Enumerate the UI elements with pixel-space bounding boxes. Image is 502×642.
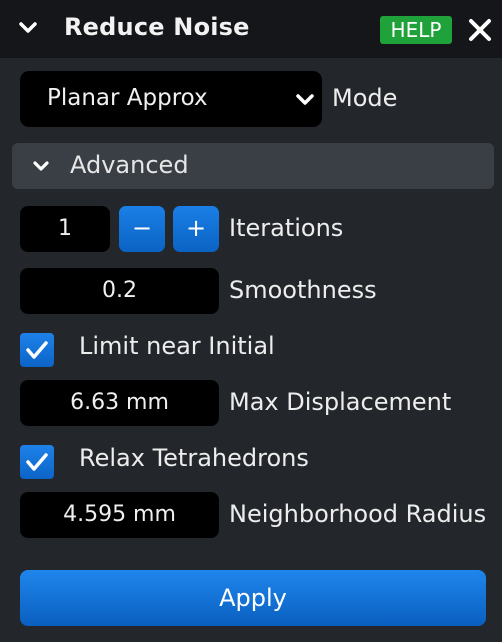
mode-label: Mode xyxy=(332,84,398,112)
iterations-label: Iterations xyxy=(229,214,344,242)
iterations-input[interactable]: 1 xyxy=(20,206,110,252)
help-button[interactable]: HELP xyxy=(380,16,452,44)
close-icon[interactable] xyxy=(466,16,494,44)
advanced-section-header[interactable]: Advanced xyxy=(12,143,494,189)
plus-icon: + xyxy=(185,214,207,242)
reduce-noise-panel: Reduce Noise HELP Planar Approx Mode Adv… xyxy=(0,0,502,642)
iterations-decrement-button[interactable]: − xyxy=(119,206,165,252)
mode-selected-value: Planar Approx xyxy=(47,85,208,111)
advanced-label: Advanced xyxy=(70,151,189,179)
panel-header: Reduce Noise HELP xyxy=(0,0,502,58)
minus-icon: − xyxy=(131,214,153,242)
neighborhood-radius-input[interactable]: 4.595 mm xyxy=(20,492,219,538)
smoothness-input[interactable]: 0.2 xyxy=(20,268,219,314)
smoothness-label: Smoothness xyxy=(229,276,377,304)
chevron-down-icon[interactable] xyxy=(17,17,39,39)
iterations-increment-button[interactable]: + xyxy=(173,206,219,252)
limit-near-initial-checkbox[interactable] xyxy=(20,333,54,367)
apply-button[interactable]: Apply xyxy=(20,570,486,626)
mode-dropdown[interactable]: Planar Approx xyxy=(20,71,322,127)
neighborhood-radius-label: Neighborhood Radius xyxy=(229,500,487,528)
checkmark-icon xyxy=(26,453,48,471)
apply-button-label: Apply xyxy=(219,584,287,612)
panel-title: Reduce Noise xyxy=(64,13,250,41)
max-displacement-input[interactable]: 6.63 mm xyxy=(20,380,219,426)
chevron-down-icon xyxy=(33,161,49,171)
limit-near-initial-label: Limit near Initial xyxy=(79,332,275,360)
max-displacement-label: Max Displacement xyxy=(229,388,452,416)
checkmark-icon xyxy=(26,341,48,359)
relax-tetrahedrons-label: Relax Tetrahedrons xyxy=(79,444,309,472)
relax-tetrahedrons-checkbox[interactable] xyxy=(20,445,54,479)
chevron-down-icon xyxy=(296,94,314,105)
